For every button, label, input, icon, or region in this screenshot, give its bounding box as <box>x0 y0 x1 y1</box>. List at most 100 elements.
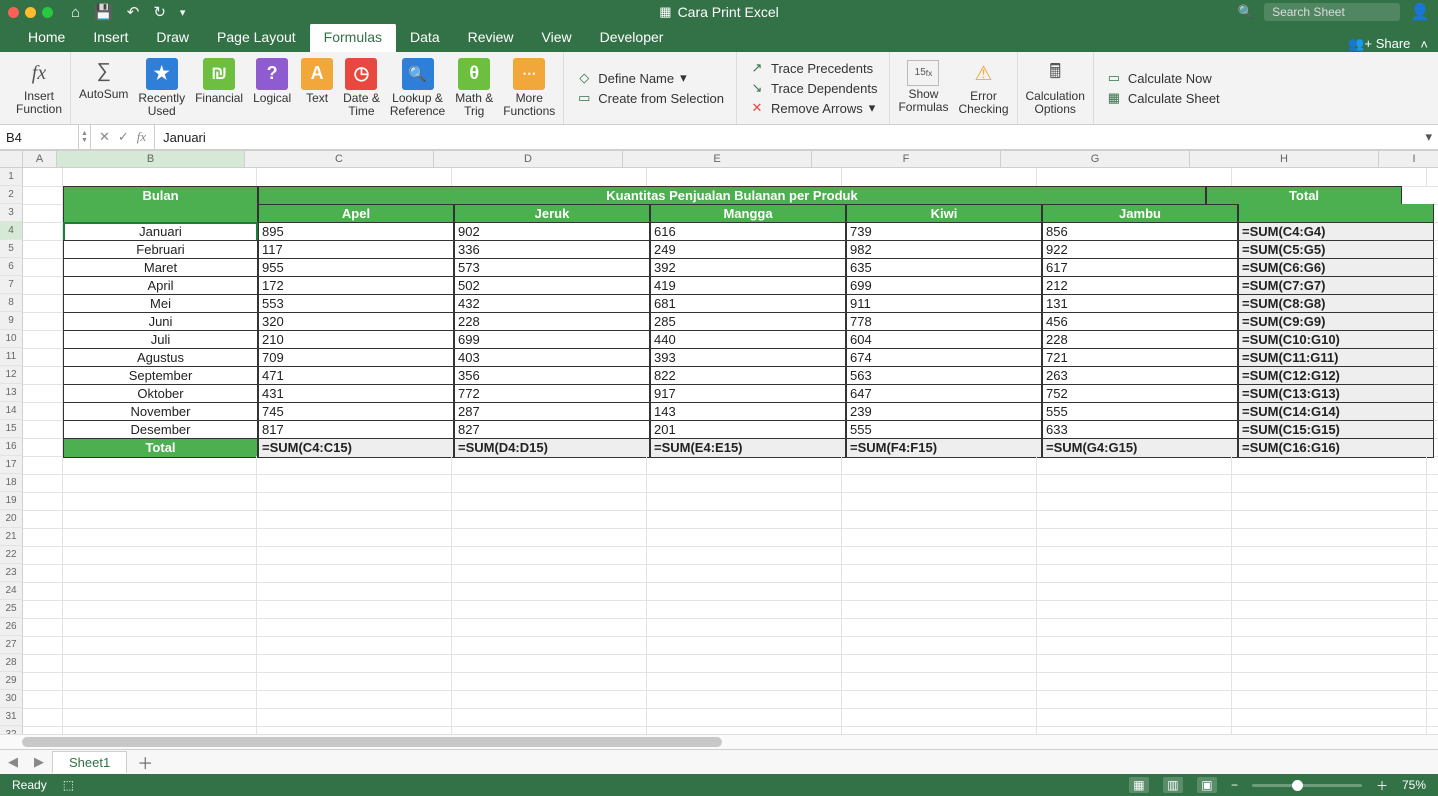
row-header[interactable]: 3 <box>0 204 23 222</box>
cell-value[interactable]: 356 <box>454 366 650 386</box>
header-product[interactable]: Mangga <box>650 204 846 224</box>
cell[interactable] <box>257 690 452 709</box>
cell[interactable] <box>452 510 647 529</box>
cell[interactable] <box>1434 204 1438 223</box>
row-header[interactable]: 29 <box>0 672 23 690</box>
cell[interactable] <box>1434 330 1438 349</box>
spreadsheet-grid[interactable]: ABCDEFGHI12BulanKuantitas Penjualan Bula… <box>0 150 1438 734</box>
cell[interactable] <box>647 654 842 673</box>
cell[interactable] <box>63 168 257 187</box>
tab-page-layout[interactable]: Page Layout <box>203 23 310 52</box>
cell[interactable] <box>647 528 842 547</box>
cell-value[interactable]: 502 <box>454 276 650 296</box>
logical-button[interactable]: ?Logical <box>253 58 291 105</box>
cell[interactable] <box>1232 726 1427 734</box>
calculate-sheet-button[interactable]: ▦Calculate Sheet <box>1106 90 1220 106</box>
close-window[interactable] <box>8 7 19 18</box>
cell-value[interactable]: 131 <box>1042 294 1238 314</box>
macro-record-icon[interactable]: ⬚ <box>63 778 74 792</box>
cell-value[interactable]: 699 <box>454 330 650 350</box>
qat-more-icon[interactable]: ▾ <box>180 6 186 19</box>
cell[interactable] <box>23 546 63 565</box>
cell[interactable] <box>842 654 1037 673</box>
row-header[interactable]: 13 <box>0 384 23 402</box>
cell[interactable] <box>63 456 257 475</box>
accept-formula-icon[interactable]: ✓ <box>118 129 129 145</box>
header-total[interactable]: Total <box>1206 186 1402 205</box>
tab-home[interactable]: Home <box>14 23 79 52</box>
cell-value[interactable]: 432 <box>454 294 650 314</box>
row-header[interactable]: 25 <box>0 600 23 618</box>
cell[interactable] <box>1037 474 1232 493</box>
cell[interactable] <box>647 672 842 691</box>
cell-value[interactable]: 263 <box>1042 366 1238 386</box>
cell-value[interactable]: 210 <box>258 330 454 350</box>
cell[interactable] <box>63 510 257 529</box>
date-time-button[interactable]: ◷Date & Time <box>343 58 380 118</box>
financial-button[interactable]: ₪Financial <box>195 58 243 105</box>
cell-month[interactable]: Februari <box>63 240 258 260</box>
cell[interactable] <box>647 708 842 727</box>
cell-value[interactable]: 431 <box>258 384 454 404</box>
row-header[interactable]: 6 <box>0 258 23 276</box>
cell[interactable] <box>1427 492 1438 511</box>
cell[interactable] <box>452 654 647 673</box>
cell[interactable] <box>452 456 647 475</box>
cell[interactable] <box>1232 672 1427 691</box>
cell[interactable] <box>452 708 647 727</box>
cell-value[interactable]: 902 <box>454 222 650 242</box>
tab-formulas[interactable]: Formulas <box>310 23 396 52</box>
cell[interactable] <box>23 600 63 619</box>
cell-row-total[interactable]: =SUM(C7:G7) <box>1238 276 1434 296</box>
remove-arrows-button[interactable]: ✕Remove Arrows ▾ <box>749 100 877 116</box>
cell-month[interactable]: November <box>63 402 258 422</box>
cell-month[interactable]: September <box>63 366 258 386</box>
row-header[interactable]: 2 <box>0 186 23 204</box>
cell-month[interactable]: Oktober <box>63 384 258 404</box>
cell[interactable] <box>1037 564 1232 583</box>
user-icon[interactable]: 👤 <box>1410 2 1430 22</box>
header-bulan[interactable]: Bulan <box>63 186 258 205</box>
cell[interactable] <box>257 528 452 547</box>
cell[interactable] <box>257 726 452 734</box>
row-header[interactable]: 20 <box>0 510 23 528</box>
fx-bar-icon[interactable]: fx <box>137 129 146 145</box>
cell[interactable] <box>63 474 257 493</box>
cell[interactable] <box>63 690 257 709</box>
cell[interactable] <box>1232 546 1427 565</box>
home-icon[interactable]: ⌂ <box>71 4 80 21</box>
cell[interactable] <box>1434 294 1438 313</box>
cell[interactable] <box>647 546 842 565</box>
cell[interactable] <box>63 564 257 583</box>
cell[interactable] <box>1427 600 1438 619</box>
cell-value[interactable]: 709 <box>258 348 454 368</box>
row-header[interactable]: 18 <box>0 474 23 492</box>
cell[interactable] <box>23 708 63 727</box>
cell[interactable] <box>1434 438 1438 457</box>
cell[interactable] <box>842 726 1037 734</box>
cell[interactable] <box>23 726 63 734</box>
row-header[interactable]: 17 <box>0 456 23 474</box>
cell[interactable] <box>23 186 63 205</box>
save-icon[interactable]: 💾 <box>94 3 113 21</box>
cell-value[interactable]: 822 <box>650 366 846 386</box>
cell[interactable] <box>1232 474 1427 493</box>
cell-value[interactable]: 228 <box>1042 330 1238 350</box>
header-product[interactable]: Jeruk <box>454 204 650 224</box>
cell[interactable] <box>647 690 842 709</box>
redo-icon[interactable]: ↻ <box>153 3 166 21</box>
cell[interactable] <box>63 546 257 565</box>
cell[interactable] <box>452 672 647 691</box>
cell[interactable] <box>23 582 63 601</box>
add-sheet-button[interactable]: ＋ <box>127 750 163 774</box>
cell-col-total[interactable]: =SUM(D4:D15) <box>454 438 650 458</box>
col-header[interactable]: I <box>1379 151 1438 167</box>
header-product[interactable]: Apel <box>258 204 454 224</box>
cell[interactable] <box>647 510 842 529</box>
cell[interactable] <box>23 618 63 637</box>
more-functions-button[interactable]: ⋯More Functions <box>503 58 555 118</box>
cell[interactable] <box>452 582 647 601</box>
cell[interactable] <box>257 456 452 475</box>
cell-value[interactable]: 827 <box>454 420 650 440</box>
row-header[interactable]: 9 <box>0 312 23 330</box>
